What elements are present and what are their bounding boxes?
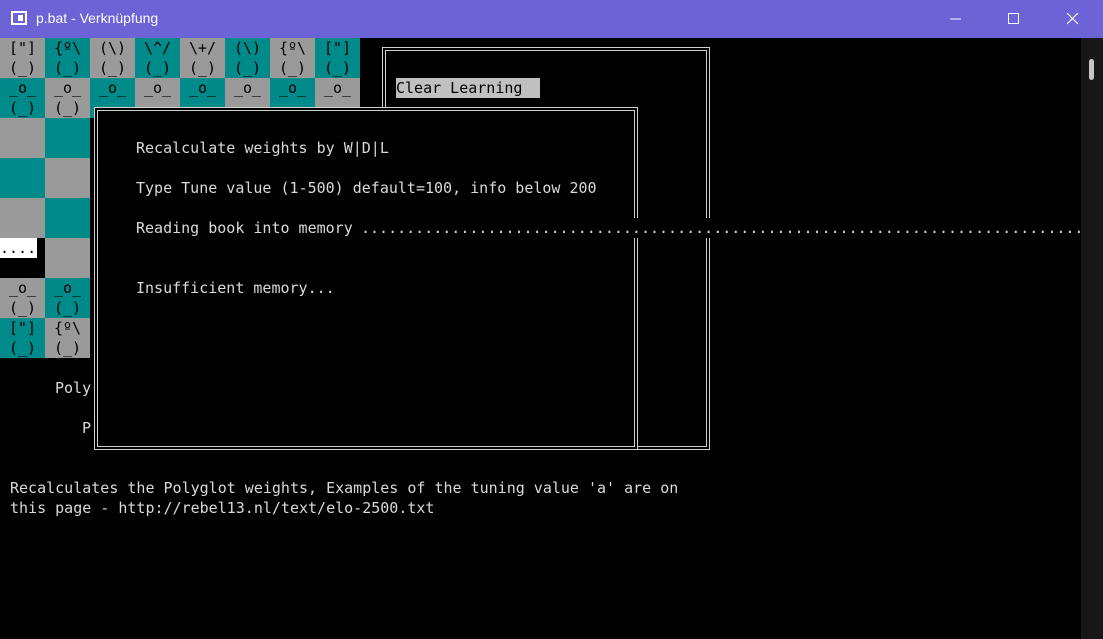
insufficient-memory-message: Insufficient memory... xyxy=(136,279,335,297)
minimize-button[interactable] xyxy=(926,0,984,38)
board-cell xyxy=(0,158,45,198)
scrollbar[interactable] xyxy=(1081,38,1103,639)
piece-bottom: (_) xyxy=(323,59,352,77)
progress-dots: ........................................… xyxy=(361,219,1080,237)
piece-top: \+/ xyxy=(188,39,217,57)
close-button[interactable] xyxy=(1043,0,1101,38)
board-cell: _o_ (_) xyxy=(45,278,90,318)
maximize-icon xyxy=(1008,13,1019,24)
board-cell: {º\ (_) xyxy=(45,38,90,78)
highlight-dots: .... xyxy=(0,238,37,258)
reading-label: Reading book into memory xyxy=(136,219,353,237)
maximize-button[interactable] xyxy=(984,0,1042,38)
piece-bottom: (_) xyxy=(98,59,127,77)
clear-learning-menu-item[interactable]: Clear Learning xyxy=(396,78,541,98)
piece-bottom: (_) xyxy=(8,339,37,357)
board-cell: \^/ (_) xyxy=(135,38,180,78)
poly-text-fragment: Poly xyxy=(55,379,92,397)
piece-top: _o_ xyxy=(143,79,172,97)
piece-bottom: (_) xyxy=(53,59,82,77)
description-line-1: Recalculates the Polyglot weights, Examp… xyxy=(10,479,679,497)
piece-bottom: (_) xyxy=(233,59,262,77)
piece-top: _o_ xyxy=(8,279,37,297)
piece-top: (\) xyxy=(233,39,262,57)
board-cell xyxy=(0,198,45,238)
piece-bottom: (_) xyxy=(278,59,307,77)
board-cell: _o_ (_) xyxy=(45,78,90,118)
console-app-icon xyxy=(11,11,27,25)
close-icon xyxy=(1067,13,1079,25)
board-cell: ["] (_) xyxy=(0,318,45,358)
tune-value-prompt: Type Tune value (1-500) default=100, inf… xyxy=(136,179,597,197)
minimize-icon xyxy=(950,18,961,20)
board-cell: \+/ (_) xyxy=(180,38,225,78)
board-cell: _o_ (_) xyxy=(0,78,45,118)
board-cell: .... xyxy=(0,238,45,278)
piece-top: _o_ xyxy=(53,279,82,297)
piece-top: \^/ xyxy=(143,39,172,57)
recalculate-line: Recalculate weights by W|D|L xyxy=(136,139,389,157)
piece-top: {º\ xyxy=(53,39,82,57)
piece-top: ["] xyxy=(8,39,37,57)
piece-bottom: (_) xyxy=(53,99,82,117)
board-cell: (\) (_) xyxy=(90,38,135,78)
board-cell xyxy=(45,158,90,198)
piece-bottom: (_) xyxy=(8,299,37,317)
board-cell: ["] (_) xyxy=(0,38,45,78)
piece-top: _o_ xyxy=(323,79,352,97)
piece-top: ["] xyxy=(8,319,37,337)
piece-top: _o_ xyxy=(233,79,262,97)
piece-top: _o_ xyxy=(53,79,82,97)
piece-bottom: (_) xyxy=(53,339,82,357)
piece-bottom: (_) xyxy=(8,99,37,117)
board-cell: {º\ (_) xyxy=(45,318,90,358)
board-cell: (\) (_) xyxy=(225,38,270,78)
description-line-2: this page - http://rebel13.nl/text/elo-2… xyxy=(10,499,435,517)
piece-top: _o_ xyxy=(188,79,217,97)
piece-top: _o_ xyxy=(278,79,307,97)
piece-bottom: (_) xyxy=(143,59,172,77)
piece-top: _o_ xyxy=(8,79,37,97)
board-cell xyxy=(45,118,90,158)
board-cell: ["] (_) xyxy=(315,38,360,78)
board-cell: _o_ (_) xyxy=(0,278,45,318)
piece-top: ["] xyxy=(323,39,352,57)
piece-top: {º\ xyxy=(53,319,82,337)
board-cell xyxy=(45,198,90,238)
p-text-fragment: P xyxy=(82,419,92,437)
title-bar: p.bat - Verknüpfung xyxy=(0,0,1103,38)
window-title: p.bat - Verknüpfung xyxy=(36,10,159,26)
piece-bottom: (_) xyxy=(188,59,217,77)
board-cell: {º\ (_) xyxy=(270,38,315,78)
piece-top: (\) xyxy=(98,39,127,57)
board-cell xyxy=(0,118,45,158)
piece-top: _o_ xyxy=(98,79,127,97)
board-cell xyxy=(45,238,90,278)
reading-line: Reading book into memory ...............… xyxy=(136,218,1080,238)
piece-bottom: (_) xyxy=(53,299,82,317)
piece-top: {º\ xyxy=(278,39,307,57)
piece-bottom: (_) xyxy=(8,59,37,77)
scrollbar-thumb[interactable] xyxy=(1089,59,1094,80)
